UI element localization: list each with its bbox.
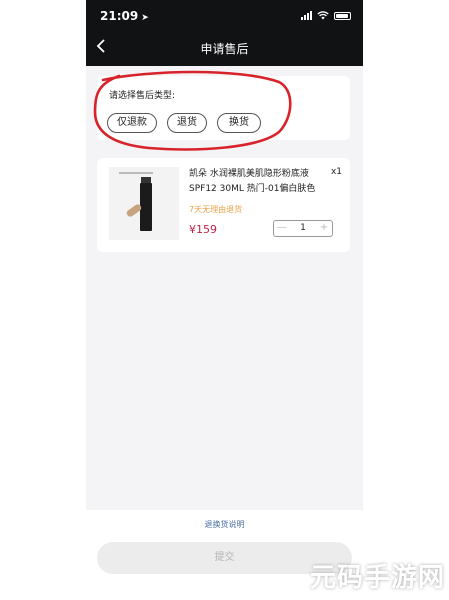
option-refund-only-button[interactable]: 仅退款: [107, 113, 157, 133]
service-type-title: 请选择售后类型:: [109, 91, 176, 101]
option-exchange-button[interactable]: 换货: [217, 113, 261, 133]
product-name: 凯朵 水润裸肌美肌隐形粉底液 SPF12 30ML 热门-01偏白肤色: [189, 169, 316, 194]
decrement-button[interactable]: —: [274, 221, 290, 236]
phone-screen: 21:09 ➤ 申请售后 请选择售后类型: 仅退款 退货 换货 凯朵 水润裸肌美…: [86, 0, 363, 600]
quantity-stepper: — 1 +: [273, 220, 333, 237]
product-image: [109, 167, 179, 240]
top-bar: 21:09 ➤ 申请售后: [86, 0, 363, 66]
product-quantity: x1: [330, 167, 342, 177]
watermark: 元码手游网: [309, 563, 445, 593]
return-policy-link[interactable]: 退换货说明: [86, 519, 363, 530]
location-arrow-icon: ➤: [141, 13, 149, 23]
product-price: ¥159: [189, 223, 217, 236]
signal-icon: [301, 11, 312, 20]
increment-button[interactable]: +: [316, 221, 332, 236]
battery-icon: [334, 11, 351, 20]
option-return-button[interactable]: 退货: [167, 113, 207, 133]
page-title: 申请售后: [200, 42, 249, 56]
product-card: 凯朵 水润裸肌美肌隐形粉底液 SPF12 30ML 热门-01偏白肤色 x1 7…: [97, 158, 350, 252]
return-policy-tag: 7天无理由退货: [189, 205, 243, 214]
status-icons: [301, 11, 351, 20]
wifi-icon: [317, 11, 329, 20]
service-type-card: 请选择售后类型: 仅退款 退货 换货: [97, 76, 350, 140]
status-time: 21:09 ➤: [100, 9, 149, 23]
quantity-value: 1: [300, 223, 306, 233]
